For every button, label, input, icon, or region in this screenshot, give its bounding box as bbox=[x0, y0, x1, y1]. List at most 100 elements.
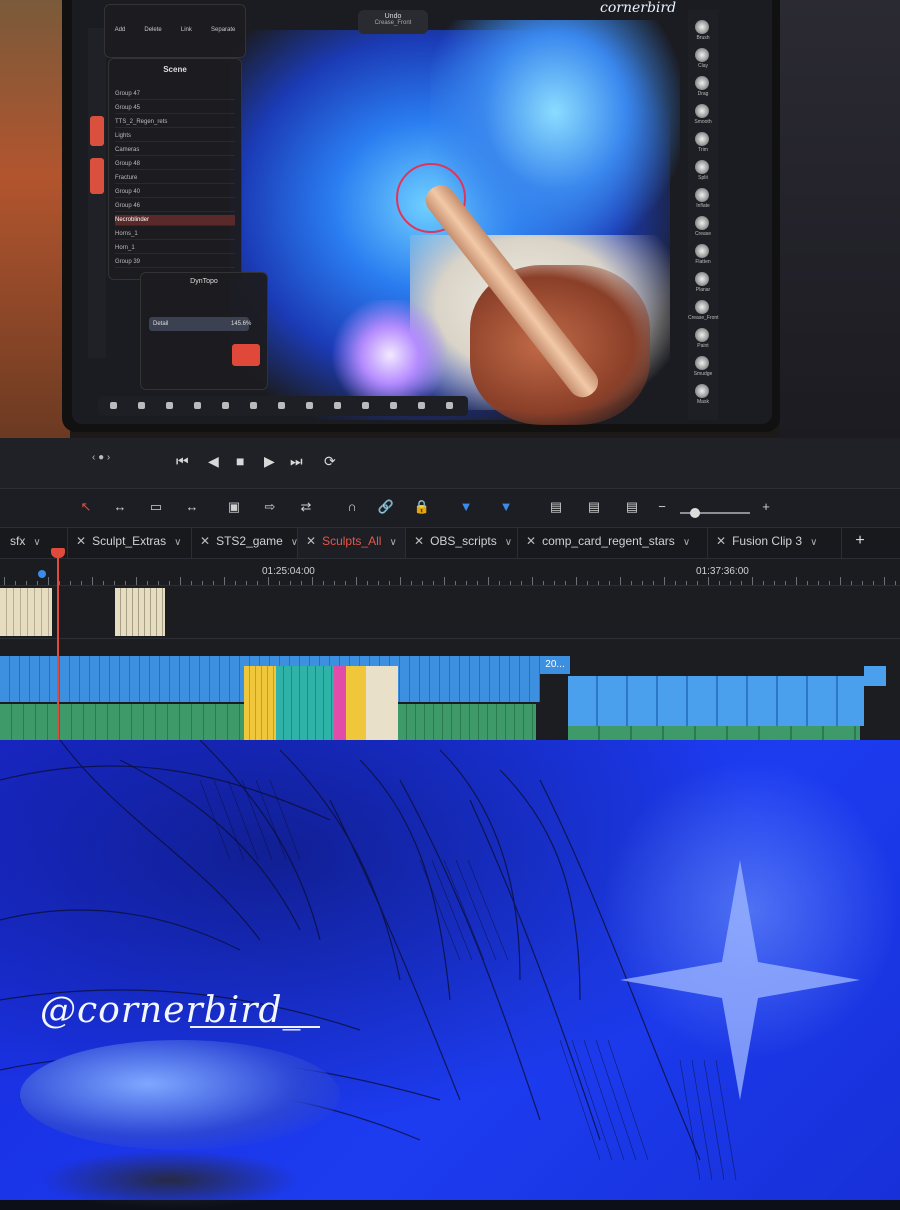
scene-row[interactable]: Group 39 bbox=[115, 257, 235, 268]
zoom-custom-icon[interactable]: ▤ bbox=[620, 497, 644, 517]
scene-row[interactable]: Group 40 bbox=[115, 187, 235, 198]
zoom-full-icon[interactable]: ▤ bbox=[544, 497, 568, 517]
sculpt-tool-button[interactable] bbox=[695, 188, 709, 202]
tab-sculpts-all[interactable]: ✕ Sculpts_All ∨ bbox=[298, 528, 406, 558]
selection-tool-icon[interactable]: ↖ bbox=[74, 497, 98, 517]
scene-row[interactable]: TTS_2_Regen_rets bbox=[115, 117, 235, 128]
bottom-bar-icon[interactable] bbox=[362, 402, 369, 409]
toolbar-link-button[interactable]: Link bbox=[181, 27, 192, 33]
blade-tool-icon[interactable]: ↔ bbox=[180, 497, 204, 517]
toolbar-separate-button[interactable]: Separate bbox=[211, 27, 235, 33]
left-slider-top[interactable] bbox=[90, 116, 104, 146]
close-icon[interactable]: ✕ bbox=[76, 534, 86, 548]
add-timeline-tab-button[interactable]: + bbox=[850, 528, 870, 558]
playhead-line[interactable] bbox=[57, 550, 59, 740]
sculpt-tool-button[interactable] bbox=[695, 384, 709, 398]
sculpt-tool-button[interactable] bbox=[695, 160, 709, 174]
clip[interactable] bbox=[0, 588, 52, 636]
trim-tool-icon[interactable]: ↔ bbox=[108, 497, 132, 517]
undo-pill[interactable]: Undo Crease_Front bbox=[358, 10, 428, 34]
toolbar-delete-button[interactable]: Delete bbox=[144, 27, 161, 33]
stop-button[interactable]: ■ bbox=[236, 452, 244, 470]
clip[interactable] bbox=[398, 704, 536, 740]
chevron-down-icon[interactable]: ∨ bbox=[505, 537, 512, 548]
zoom-detail-icon[interactable]: ▤ bbox=[582, 497, 606, 517]
sculpt-tool-button[interactable] bbox=[695, 104, 709, 118]
scene-row[interactable]: Group 48 bbox=[115, 159, 235, 170]
sculpt-tool-button[interactable] bbox=[695, 216, 709, 230]
close-icon[interactable]: ✕ bbox=[716, 534, 726, 548]
bottom-bar-icon[interactable] bbox=[110, 402, 117, 409]
sculpt-tool-button[interactable] bbox=[695, 356, 709, 370]
chevron-down-icon[interactable]: ∨ bbox=[810, 537, 817, 548]
sculpt-tool-button[interactable] bbox=[695, 132, 709, 146]
overwrite-clip-icon[interactable]: ⇨ bbox=[258, 497, 282, 517]
scene-row[interactable]: Horn_1 bbox=[115, 243, 235, 254]
playhead-handle[interactable] bbox=[51, 548, 65, 558]
clip[interactable] bbox=[568, 676, 864, 726]
jog-control[interactable]: ‹ ● › bbox=[92, 452, 110, 463]
clip[interactable] bbox=[366, 666, 398, 742]
clip[interactable] bbox=[115, 588, 165, 636]
bottom-bar-icon[interactable] bbox=[138, 402, 145, 409]
zoom-slider-thumb[interactable] bbox=[690, 508, 700, 518]
bottom-bar-icon[interactable] bbox=[250, 402, 257, 409]
scene-row[interactable]: Group 46 bbox=[115, 201, 235, 212]
bottom-bar-icon[interactable] bbox=[278, 402, 285, 409]
play-button[interactable]: ▶ bbox=[264, 452, 275, 470]
clip[interactable] bbox=[244, 666, 276, 742]
skip-to-end-button[interactable]: ⏭ bbox=[290, 452, 303, 470]
marker-icon[interactable]: ▼ bbox=[494, 497, 518, 517]
dynamic-trim-icon[interactable]: ▭ bbox=[144, 497, 168, 517]
left-slider-bottom[interactable] bbox=[90, 158, 104, 194]
timeline-marker[interactable] bbox=[38, 570, 46, 578]
bottom-bar-icon[interactable] bbox=[194, 402, 201, 409]
clip[interactable] bbox=[276, 666, 334, 742]
scene-row[interactable]: Cameras bbox=[115, 145, 235, 156]
sculpt-tool-button[interactable] bbox=[695, 48, 709, 62]
close-icon[interactable]: ✕ bbox=[200, 534, 210, 548]
bottom-bar-icon[interactable] bbox=[334, 402, 341, 409]
zoom-in-button[interactable]: + bbox=[754, 497, 778, 517]
clip[interactable] bbox=[0, 704, 244, 740]
bottom-bar-icon[interactable] bbox=[222, 402, 229, 409]
chevron-down-icon[interactable]: ∨ bbox=[174, 537, 181, 548]
dyntopo-toggle-button[interactable] bbox=[232, 344, 260, 366]
tab-sculpt-extras[interactable]: ✕ Sculpt_Extras ∨ bbox=[68, 528, 192, 558]
scene-row-selected[interactable]: Necroblinder bbox=[115, 215, 235, 226]
snapping-icon[interactable]: ∩ bbox=[340, 497, 364, 517]
scene-row[interactable]: Group 45 bbox=[115, 103, 235, 114]
chevron-down-icon[interactable]: ∨ bbox=[291, 537, 298, 548]
clip[interactable] bbox=[864, 666, 886, 686]
sculpt-tool-button[interactable] bbox=[695, 244, 709, 258]
sculpt-tool-button[interactable] bbox=[695, 76, 709, 90]
close-icon[interactable]: ✕ bbox=[526, 534, 536, 548]
bottom-bar-icon[interactable] bbox=[306, 402, 313, 409]
sculpt-tool-button[interactable] bbox=[695, 272, 709, 286]
clip[interactable] bbox=[346, 666, 366, 742]
tab-comp-card-regent-stars[interactable]: ✕ comp_card_regent_stars ∨ bbox=[518, 528, 708, 558]
flag-icon[interactable]: ▼ bbox=[454, 497, 478, 517]
position-lock-icon[interactable]: 🔒 bbox=[410, 497, 434, 517]
bottom-bar-icon[interactable] bbox=[390, 402, 397, 409]
replace-clip-icon[interactable]: ⇄ bbox=[294, 497, 318, 517]
zoom-out-button[interactable]: − bbox=[650, 497, 674, 517]
play-reverse-button[interactable]: ◀ bbox=[208, 452, 219, 470]
sculpt-tool-button[interactable] bbox=[695, 300, 709, 314]
scene-row[interactable]: Horns_1 bbox=[115, 229, 235, 240]
close-icon[interactable]: ✕ bbox=[306, 534, 316, 548]
chevron-down-icon[interactable]: ∨ bbox=[389, 537, 396, 548]
tab-fusion-clip-3[interactable]: ✕ Fusion Clip 3 ∨ bbox=[708, 528, 842, 558]
sculpt-tool-button[interactable] bbox=[695, 328, 709, 342]
insert-clip-icon[interactable]: ▣ bbox=[222, 497, 246, 517]
sculpt-tool-button[interactable] bbox=[695, 20, 709, 34]
scene-row[interactable]: Lights bbox=[115, 131, 235, 142]
loop-button[interactable]: ⟳ bbox=[324, 452, 336, 470]
toolbar-add-button[interactable]: Add bbox=[115, 27, 126, 33]
linked-selection-icon[interactable]: 🔗 bbox=[374, 497, 398, 517]
chevron-down-icon[interactable]: ∨ bbox=[683, 537, 690, 548]
close-icon[interactable]: ✕ bbox=[414, 534, 424, 548]
bottom-bar-icon[interactable] bbox=[418, 402, 425, 409]
scene-row[interactable]: Fracture bbox=[115, 173, 235, 184]
bottom-bar-icon[interactable] bbox=[446, 402, 453, 409]
